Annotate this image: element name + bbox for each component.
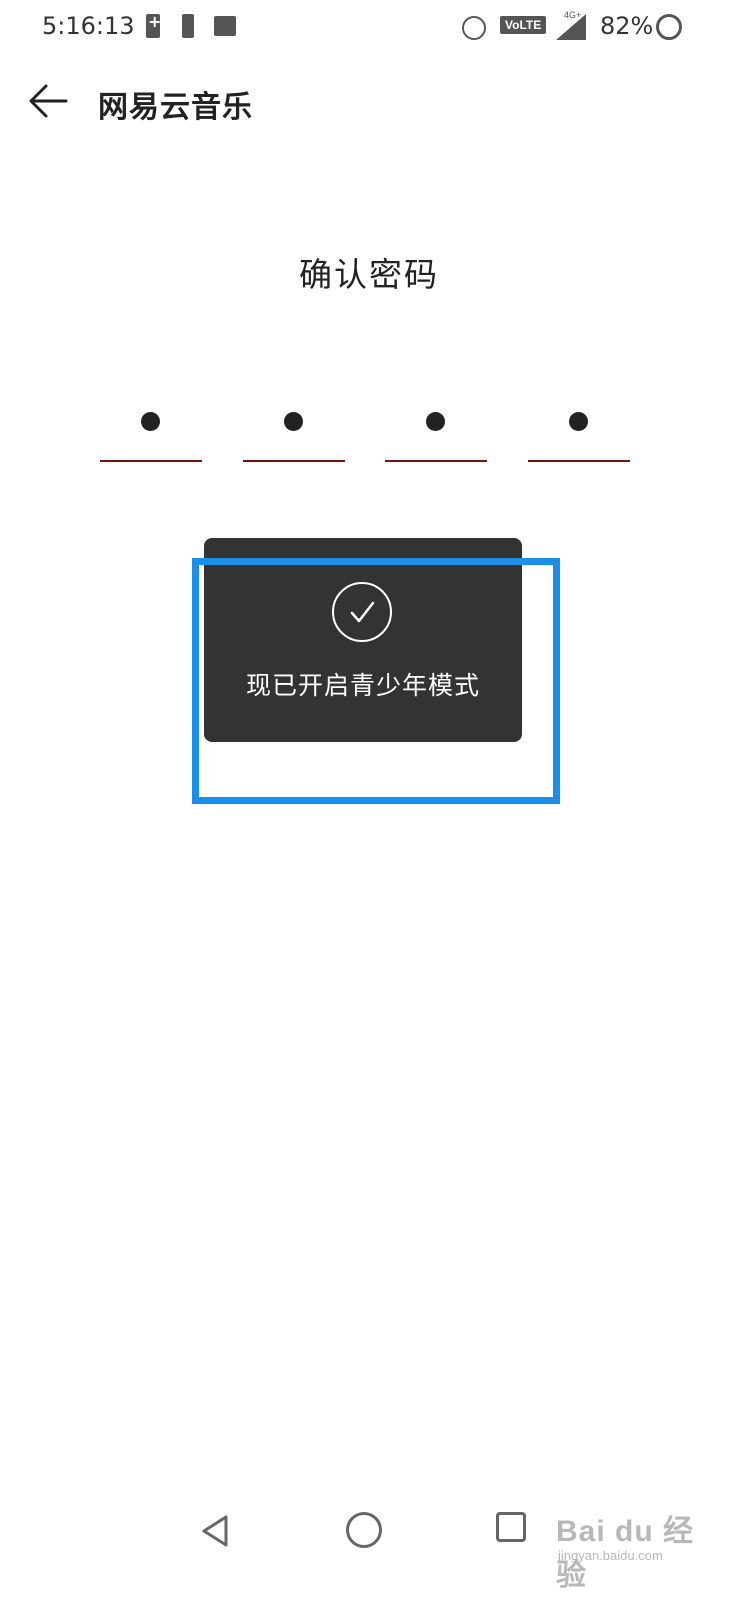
image-notification-icon [214, 16, 236, 36]
pin-slot-3[interactable] [385, 400, 488, 462]
pin-underline [385, 460, 488, 462]
volte-badge: VoLTE [500, 16, 547, 34]
pin-dot [141, 412, 160, 431]
pin-dot [283, 412, 303, 431]
battery-icon [182, 14, 194, 38]
pin-dot [426, 412, 446, 431]
password-heading: 确认密码 [299, 255, 439, 294]
battery-charging-icon [146, 12, 161, 38]
system-nav-bar: Bai du 经验 jingyan.baidu.com [0, 1500, 738, 1600]
back-button[interactable] [22, 76, 74, 126]
nav-home-icon[interactable] [346, 1512, 382, 1548]
pin-underline [100, 460, 202, 462]
arrow-left-icon [29, 84, 68, 118]
status-bar: 5:16:13 VoLTE 4G+ 82% [0, 0, 738, 56]
app-bar: 网易云音乐 [0, 60, 738, 142]
status-time: 5:16:13 [42, 12, 135, 40]
pin-underline [527, 460, 630, 462]
nav-back-icon[interactable] [200, 1514, 230, 1548]
pin-slot-2[interactable] [242, 400, 345, 462]
pin-slot-1[interactable] [100, 400, 202, 462]
pin-dot [568, 412, 588, 431]
battery-percent: 82% [600, 12, 654, 40]
highlight-annotation [192, 558, 560, 804]
watermark-sub: jingyan.baidu.com [558, 1548, 663, 1563]
signal-icon [556, 14, 586, 40]
battery-ring-icon [656, 14, 682, 40]
pin-underline [242, 460, 345, 462]
app-title: 网易云音乐 [98, 90, 253, 125]
alarm-icon [462, 16, 486, 40]
baidu-watermark: Bai du 经验 jingyan.baidu.com [556, 1506, 716, 1592]
nav-recent-apps-icon[interactable] [496, 1512, 526, 1542]
pin-slot-4[interactable] [527, 400, 630, 462]
pin-input[interactable] [100, 400, 630, 464]
